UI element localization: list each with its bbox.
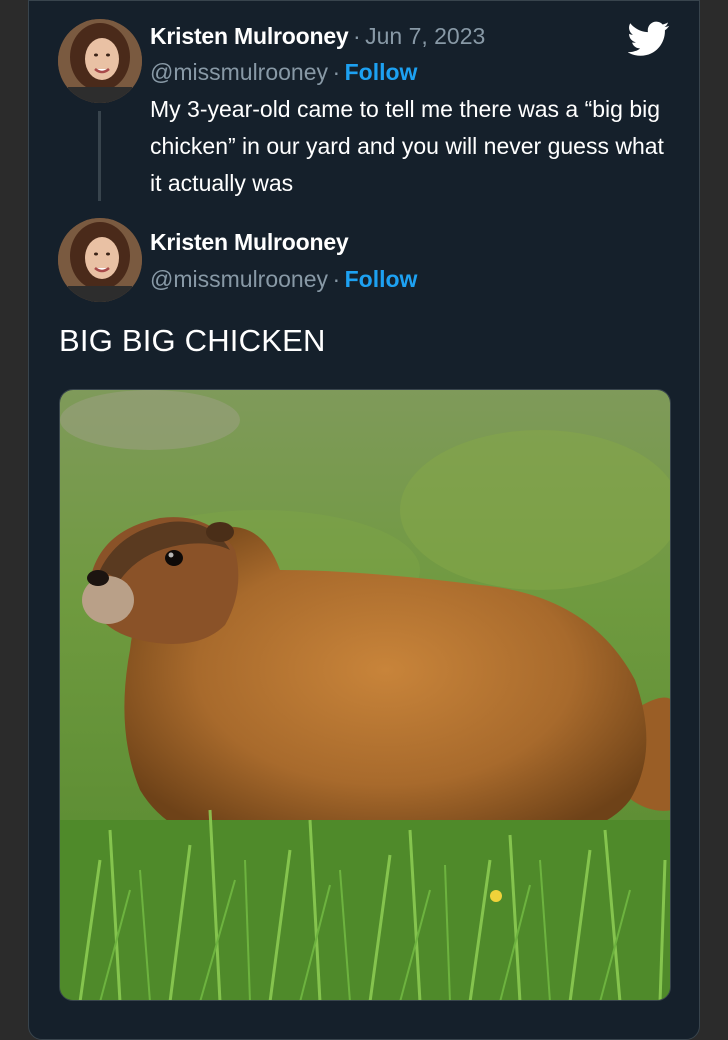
twitter-bird-icon[interactable] xyxy=(628,21,670,57)
reply-header: Kristen Mulrooney xyxy=(150,229,349,256)
reply-author-name[interactable]: Kristen Mulrooney xyxy=(150,229,349,255)
separator: · xyxy=(352,23,361,49)
marmot-photo xyxy=(60,390,670,1000)
author-handle[interactable]: @missmulrooney xyxy=(150,59,328,85)
tweet-header: Kristen Mulrooney · Jun 7, 2023 xyxy=(150,23,485,50)
follow-button[interactable]: Follow xyxy=(345,59,418,85)
reply-author-handle[interactable]: @missmulrooney xyxy=(150,266,328,292)
thread-connector-line xyxy=(98,111,101,201)
reply-text: BIG BIG CHICKEN xyxy=(59,323,326,358)
author-avatar[interactable] xyxy=(58,19,142,103)
author-name[interactable]: Kristen Mulrooney xyxy=(150,23,349,49)
separator: · xyxy=(332,59,341,85)
tweet-subheader: @missmulrooney · Follow xyxy=(150,59,417,86)
reply-follow-button[interactable]: Follow xyxy=(345,266,418,292)
reply-subheader: @missmulrooney · Follow xyxy=(150,266,417,293)
reply-author-avatar[interactable] xyxy=(58,218,142,302)
tweet-embed-card: Kristen Mulrooney · Jun 7, 2023 @missmul… xyxy=(28,0,700,1040)
separator: · xyxy=(332,266,341,292)
tweet-text: My 3-year-old came to tell me there was … xyxy=(150,96,664,196)
tweet-media-photo[interactable] xyxy=(59,389,671,1001)
tweet-date[interactable]: Jun 7, 2023 xyxy=(365,23,485,49)
